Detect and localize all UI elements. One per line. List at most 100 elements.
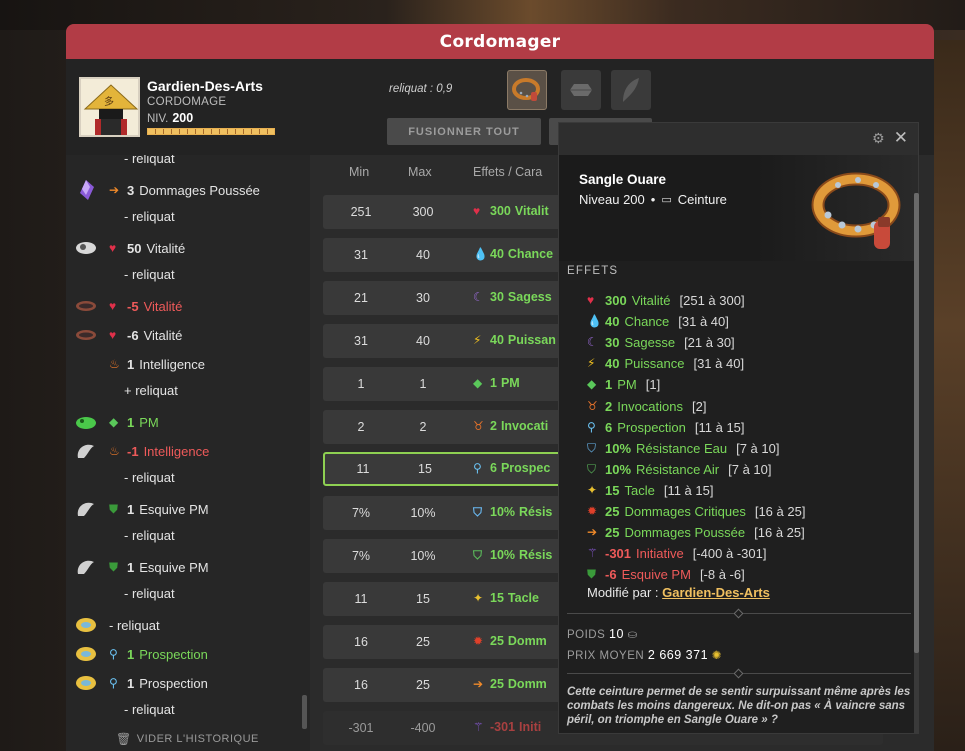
- history-row: - reliquat: [66, 696, 306, 722]
- column-header-min: Min: [349, 165, 370, 179]
- rune-slot[interactable]: [561, 70, 601, 110]
- history-panel: - reliquat ➔ 3 Dommages Poussée - reliqua…: [66, 155, 310, 751]
- history-label: Prospection: [139, 646, 208, 662]
- history-row: - reliquat: [66, 203, 306, 229]
- row-max: 10%: [410, 506, 436, 520]
- effect-value: 6: [605, 419, 613, 435]
- effect-value: 25: [605, 525, 620, 541]
- row-min: 31: [354, 334, 368, 348]
- history-row: - reliquat: [66, 155, 306, 171]
- row-effect-label: Prospec: [500, 461, 551, 475]
- row-effect-value: 300: [490, 204, 511, 218]
- history-text: ♥ -6 Vitalité: [109, 328, 182, 343]
- tooltip-scroll-thumb[interactable]: [914, 193, 919, 653]
- item-slot-belt[interactable]: [507, 70, 547, 110]
- effect-line: ➔ 25 Dommages Poussée [16 à 25]: [587, 522, 805, 543]
- prospection-icon: ⚲: [473, 460, 482, 475]
- effect-value: 2: [605, 398, 613, 414]
- effect-line: ⚡ 40 Puissance [31 à 40]: [587, 353, 805, 374]
- row-max: -400: [410, 721, 436, 735]
- avatar: 多: [79, 77, 140, 137]
- fuse-all-button[interactable]: FUSIONNER TOUT: [387, 118, 541, 145]
- item-level: Niveau 200: [579, 192, 645, 207]
- belt-type-icon: ▭: [661, 194, 672, 206]
- effect-line: ♉ 2 Invocations [2]: [587, 395, 805, 416]
- row-min: 7%: [351, 506, 371, 520]
- effect-line: ✹ 25 Dommages Critiques [16 à 25]: [587, 501, 805, 522]
- history-label: Vitalité: [146, 240, 186, 256]
- modified-by-label: Modifié par :: [587, 585, 659, 600]
- row-max: 40: [416, 248, 430, 262]
- row-effect-label: Vitalit: [514, 204, 549, 218]
- rune-icon: [80, 180, 94, 200]
- belt-icon: [512, 78, 540, 101]
- svg-text:多: 多: [104, 95, 114, 108]
- divider: [567, 673, 911, 674]
- clear-history-button[interactable]: 🗑 VIDER L'HISTORIQUE: [116, 732, 259, 746]
- feather-slot[interactable]: [611, 70, 651, 110]
- history-text: - reliquat: [124, 155, 175, 166]
- row-effect-label: Sagess: [507, 290, 552, 304]
- row-effect: ⛉ 10% Résis: [473, 505, 552, 519]
- prospection-icon: ⚲: [109, 646, 118, 661]
- row-min: 1: [357, 377, 365, 391]
- row-effect-label: Initi: [519, 720, 542, 734]
- trash-icon: 🗑: [116, 732, 132, 746]
- effects-list: ♥ 300 Vitalité [251 à 300] 💧 40 Chance [31 à 4…: [587, 290, 805, 585]
- history-label: Esquive PM: [139, 559, 209, 575]
- history-row: + reliquat: [66, 377, 306, 403]
- row-effect-label: Chance: [507, 247, 554, 261]
- effect-value: 15: [605, 482, 620, 498]
- initiative-icon: ⚚: [473, 719, 484, 734]
- effect-range: [11 à 15]: [663, 482, 714, 498]
- tooltip-scrollbar[interactable]: [914, 193, 919, 733]
- job-name: CORDOMAGE: [147, 96, 227, 108]
- push-damage-icon: ➔: [109, 182, 120, 197]
- history-scrollbar[interactable]: [302, 695, 307, 729]
- reliquat-value: reliquat : 0,9: [389, 83, 453, 95]
- effect-label: Résistance Eau: [636, 440, 728, 456]
- effect-range: [7 à 10]: [736, 440, 780, 456]
- row-effect-label: Domm: [507, 634, 547, 648]
- history-row: ⛊ 1 Esquive PM: [66, 496, 306, 522]
- history-row: ♨ -1 Intelligence: [66, 438, 306, 464]
- close-icon[interactable]: ✕: [894, 128, 908, 148]
- kama-icon: ✺: [711, 650, 722, 662]
- row-min: 16: [354, 678, 368, 692]
- tackle-icon: ✦: [587, 482, 598, 497]
- effect-value: 30: [605, 335, 620, 351]
- modified-by-link[interactable]: Gardien-Des-Arts: [662, 585, 770, 600]
- row-effect-label: Résis: [519, 505, 553, 519]
- row-effect-label: Domm: [507, 677, 547, 691]
- average-price: PRIX MOYEN 2 669 371 ✺: [567, 648, 722, 662]
- history-text: ➔ 3 Dommages Poussée: [109, 183, 260, 198]
- row-max: 10%: [410, 549, 436, 563]
- modified-by: Modifié par : Gardien-Des-Arts: [587, 585, 770, 600]
- row-effect: ⚚ -301 Initi: [473, 720, 541, 734]
- effects-section-title: EFFETS: [567, 265, 619, 277]
- row-min: -301: [348, 721, 374, 735]
- effect-line: ⚲ 6 Prospection [11 à 15]: [587, 417, 805, 438]
- history-text: - reliquat: [124, 585, 175, 601]
- lightning-icon: ⚡: [473, 332, 482, 347]
- row-effect: ⚲ 6 Prospec: [473, 461, 550, 475]
- push-damage-icon: ➔: [587, 525, 598, 540]
- gear-icon[interactable]: ⚙: [872, 131, 886, 145]
- title-bar[interactable]: Cordomager: [66, 24, 934, 59]
- row-max: 1: [419, 377, 427, 391]
- history-value: -6: [127, 327, 139, 343]
- item-tooltip: ⚙ ✕ Sangle Ouare Niveau 200 • ▭ Ceinture…: [558, 122, 919, 734]
- history-label: Dommages Poussée: [139, 182, 260, 198]
- row-effect-value: 25: [490, 634, 504, 648]
- history-text: - reliquat: [124, 701, 175, 717]
- tooltip-header: Sangle Ouare Niveau 200 • ▭ Ceinture: [559, 155, 918, 261]
- effect-label: Dommages Poussée: [624, 525, 746, 541]
- heart-icon: ♥: [587, 293, 595, 308]
- push-damage-icon: ➔: [473, 676, 484, 691]
- row-min: 11: [354, 592, 368, 606]
- rune-icon: [76, 647, 96, 661]
- history-row: ♥ -5 Vitalité: [66, 293, 306, 319]
- row-effect: ➔ 25 Domm: [473, 677, 547, 691]
- history-text: ⚲ 1 Prospection: [109, 676, 208, 691]
- effect-label: Invocations: [617, 398, 683, 414]
